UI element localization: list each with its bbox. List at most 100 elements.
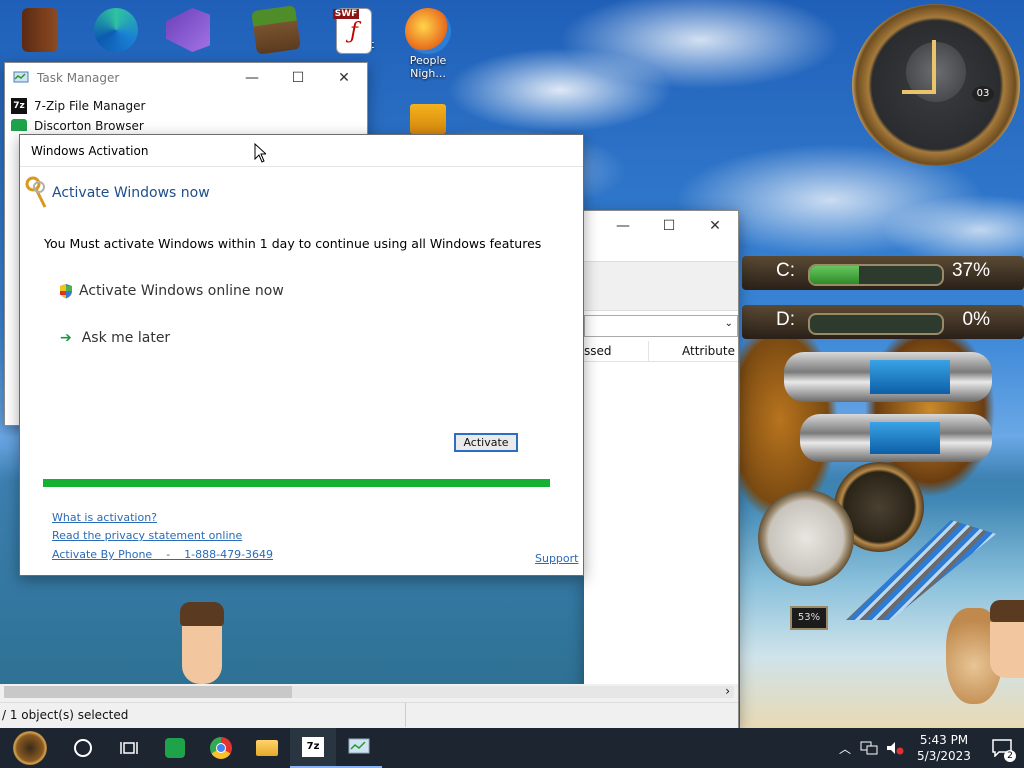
taskbar-task-manager-button[interactable] [336, 728, 382, 768]
sevenzip-address-combo[interactable]: ⌄ [584, 315, 738, 337]
drive-c-percent: 37% [951, 260, 990, 281]
chevron-up-icon: ︿ [838, 741, 851, 756]
task-manager-minimize-button[interactable]: — [229, 63, 275, 93]
horizontal-scrollbar[interactable]: › [4, 684, 734, 698]
drive-c-track [808, 264, 944, 286]
column-accessed[interactable]: ssed [584, 344, 612, 358]
cpu-gauge-readout: 53% [790, 606, 828, 630]
sevenzip-minimize-button[interactable]: — [600, 211, 646, 241]
volume-muted-icon[interactable] [882, 728, 908, 768]
taskbar-browser-button[interactable] [152, 728, 198, 768]
taskbar-file-explorer-button[interactable] [244, 728, 290, 768]
scrollbar-thumb[interactable] [4, 686, 292, 698]
drive-d-percent: 0% [962, 309, 990, 330]
drive-d-gauge: D: 0% [742, 305, 1024, 339]
green-arrow-icon: ➔ [60, 330, 72, 346]
pipe-upper-liquid [870, 360, 950, 394]
task-manager-maximize-button[interactable]: ☐ [275, 63, 321, 93]
task-item-7zip[interactable]: 7z 7-Zip File Manager [5, 93, 367, 119]
visual-studio-icon[interactable] [160, 8, 216, 52]
clock-time: 5:43 PM [919, 733, 969, 747]
sevenzip-toolbar [584, 261, 738, 311]
privacy-statement-link[interactable]: Read the privacy statement online [52, 529, 242, 542]
column-attributes[interactable]: Attribute [682, 344, 735, 358]
activate-online-option[interactable]: Activate Windows online now [58, 283, 284, 299]
activate-button-label: Activate [463, 436, 509, 449]
drive-c-fill [810, 266, 859, 284]
task-view-button[interactable] [106, 728, 152, 768]
activation-progress-fill [43, 479, 550, 487]
search-circle-icon [74, 739, 92, 757]
task-manager-titlebar[interactable]: Task Manager — ☐ ✕ [5, 63, 367, 93]
sevenzip-maximize-button[interactable]: ☐ [646, 211, 692, 241]
chevron-down-icon: ⌄ [724, 318, 733, 329]
network-icon[interactable] [856, 728, 882, 768]
activate-online-label: Activate Windows online now [79, 283, 284, 299]
activation-message: You Must activate Windows within 1 day t… [44, 236, 542, 251]
activate-button[interactable]: Activate [454, 433, 518, 452]
status-text: / 1 object(s) selected [2, 708, 129, 722]
browser-icon [11, 119, 27, 131]
mouse-cursor-icon [254, 143, 266, 163]
task-manager-close-button[interactable]: ✕ [321, 63, 367, 93]
notification-center-button[interactable]: 2 [980, 728, 1024, 768]
task-item-label: Discorton Browser [34, 119, 144, 131]
swf-file-icon[interactable]: SWF ƒ t [326, 8, 382, 54]
swf-label: SWF [333, 9, 359, 19]
drive-d-label: D: [776, 309, 795, 330]
system-clock[interactable]: 5:43 PM 5/3/2023 [908, 728, 980, 768]
task-view-icon [120, 742, 138, 754]
start-button[interactable] [0, 728, 60, 768]
activation-header: Activate Windows now [20, 173, 583, 213]
pipe-upper [784, 352, 992, 402]
people-night-caption: People Nigh... [409, 54, 447, 80]
activation-header-text: Activate Windows now [52, 185, 210, 201]
show-hidden-icons-button[interactable]: ︿ [834, 728, 856, 768]
activation-titlebar[interactable]: Windows Activation [20, 135, 583, 167]
cpu-gauge [758, 490, 854, 586]
package-icon[interactable] [410, 104, 446, 134]
chrome-icon [210, 737, 232, 759]
book-icon[interactable] [12, 8, 68, 52]
taskbar: 7z ︿ 5:43 PM 5/3/2023 2 [0, 728, 1024, 768]
sevenzip-window-controls: — ☐ ✕ [600, 211, 738, 241]
status-bar: / 1 object(s) selected [0, 702, 738, 727]
what-is-activation-link[interactable]: What is activation? [52, 511, 157, 524]
sevenzip-column-headers: ssed Attribute [584, 341, 738, 362]
pipe-lower [800, 414, 992, 462]
sevenzip-window[interactable]: — ☐ ✕ ⌄ ssed Attribute [584, 210, 739, 728]
cartoon-man-right [990, 600, 1024, 712]
task-manager-icon [13, 71, 29, 83]
sevenzip-close-button[interactable]: ✕ [692, 211, 738, 241]
clock-hand-hour [902, 90, 936, 94]
explorer-status-area: › / 1 object(s) selected [0, 684, 738, 728]
drive-c-gauge: C: 37% [742, 256, 1024, 290]
task-manager-icon [348, 738, 370, 754]
ask-later-label: Ask me later [81, 330, 171, 346]
steampunk-clock: 03 [852, 4, 1020, 166]
flash-icon: ƒ [349, 19, 359, 44]
activation-window-title: Windows Activation [31, 143, 149, 158]
clock-hand-minute [932, 40, 936, 92]
edge-icon[interactable] [88, 8, 144, 52]
people-night-icon[interactable]: People Nigh... [400, 8, 456, 80]
ask-later-option[interactable]: ➔ Ask me later [60, 330, 170, 346]
keys-icon [25, 176, 47, 208]
7zip-icon: 7z [302, 737, 324, 757]
task-item-label: 7-Zip File Manager [34, 99, 146, 113]
scroll-right-arrow-icon[interactable]: › [725, 684, 730, 698]
activate-by-phone-link[interactable]: Activate By Phone - 1-888-479-3649 [52, 548, 273, 561]
taskbar-chrome-button[interactable] [198, 728, 244, 768]
activation-progress-bar [43, 479, 550, 487]
support-link[interactable]: Support [535, 552, 578, 565]
clock-day: 03 [972, 86, 994, 102]
taskbar-7zip-button[interactable]: 7z [290, 728, 336, 768]
search-button[interactable] [60, 728, 106, 768]
pipe-lower-liquid [870, 422, 940, 454]
start-steampunk-icon [13, 731, 47, 765]
activation-dialog[interactable]: Windows Activation Activate Windows now … [19, 134, 584, 576]
drive-c-label: C: [776, 260, 795, 281]
minecraft-icon[interactable] [248, 5, 304, 55]
task-item-browser[interactable]: Discorton Browser [5, 119, 367, 131]
clock-date: 5/3/2023 [917, 749, 971, 763]
